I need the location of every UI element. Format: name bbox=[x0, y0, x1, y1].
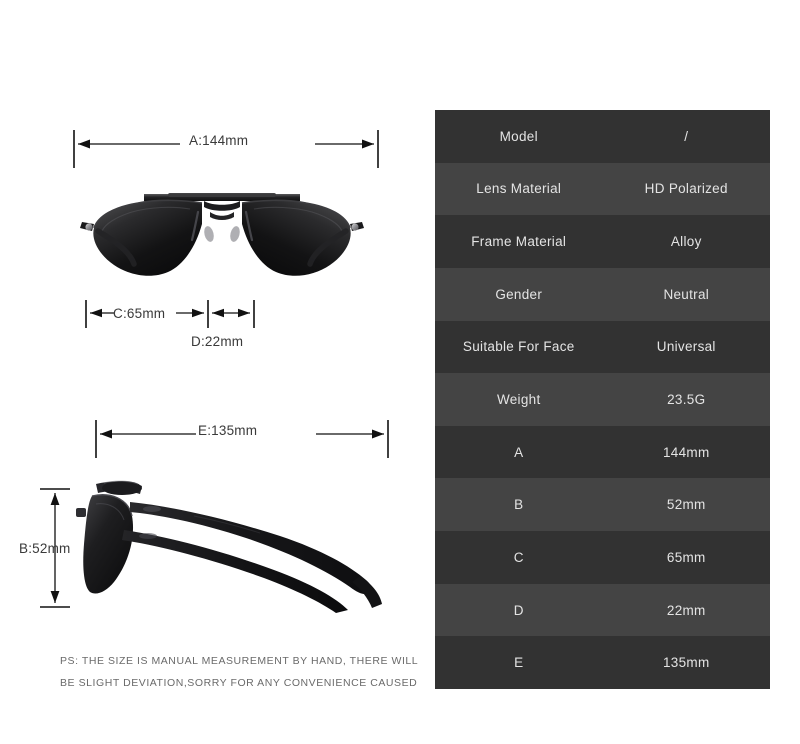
spec-value: 22mm bbox=[666, 602, 706, 618]
footnote: PS: THE SIZE IS MANUAL MEASUREMENT BY HA… bbox=[60, 650, 419, 694]
spec-value: 23.5G bbox=[667, 392, 706, 408]
spec-value: / bbox=[684, 128, 689, 144]
spec-key: Weight bbox=[496, 392, 541, 408]
spec-key: A bbox=[514, 444, 524, 460]
product-dimension-diagrams: A:144mm C:65mm D:22mm E:135mm B:52mm PS:… bbox=[0, 0, 430, 744]
spec-value: Alloy bbox=[670, 234, 702, 250]
spec-key: D bbox=[513, 602, 524, 618]
table-row: B 52mm bbox=[435, 478, 770, 532]
spec-value: HD Polarized bbox=[644, 181, 728, 197]
footnote-line-1: PS: THE SIZE IS MANUAL MEASUREMENT BY HA… bbox=[60, 655, 419, 667]
sunglasses-side-view-image bbox=[76, 480, 382, 613]
dimension-label-a: A:144mm bbox=[189, 133, 249, 148]
table-row: E 135mm bbox=[435, 636, 770, 689]
specification-table: Model / Lens Material HD Polarized Frame… bbox=[435, 110, 770, 689]
table-row: Weight 23.5G bbox=[435, 373, 770, 426]
spec-key: Frame Material bbox=[471, 234, 567, 250]
spec-key: E bbox=[514, 655, 524, 671]
table-row: Suitable For Face Universal bbox=[435, 320, 770, 374]
table-row: D 22mm bbox=[435, 583, 770, 637]
spec-key: C bbox=[513, 549, 524, 565]
dimension-label-e: E:135mm bbox=[198, 423, 258, 438]
sunglasses-front-view-image bbox=[80, 193, 364, 276]
dimension-line-d bbox=[207, 300, 255, 328]
spec-key: B bbox=[514, 497, 524, 513]
table-row: Gender Neutral bbox=[435, 267, 770, 321]
table-row: C 65mm bbox=[435, 531, 770, 584]
spec-value: Neutral bbox=[663, 286, 710, 302]
spec-key: Gender bbox=[495, 286, 543, 302]
spec-key: Model bbox=[499, 128, 538, 144]
spec-value: 135mm bbox=[662, 655, 710, 671]
footnote-line-2: BE SLIGHT DEVIATION,SORRY FOR ANY CONVEN… bbox=[60, 677, 418, 689]
spec-key: Suitable For Face bbox=[462, 339, 575, 355]
spec-value: Universal bbox=[656, 339, 716, 355]
table-row: A 144mm bbox=[435, 425, 770, 479]
spec-value: 144mm bbox=[662, 444, 710, 460]
table-row: Model / bbox=[435, 110, 770, 163]
spec-value: 65mm bbox=[666, 549, 706, 565]
dimension-label-c: C:65mm bbox=[113, 306, 166, 321]
table-row: Lens Material HD Polarized bbox=[435, 162, 770, 216]
dimension-label-b: B:52mm bbox=[19, 541, 71, 556]
dimension-label-d: D:22mm bbox=[191, 334, 244, 349]
table-row: Frame Material Alloy bbox=[435, 215, 770, 268]
spec-value: 52mm bbox=[666, 497, 706, 513]
spec-key: Lens Material bbox=[476, 181, 562, 197]
